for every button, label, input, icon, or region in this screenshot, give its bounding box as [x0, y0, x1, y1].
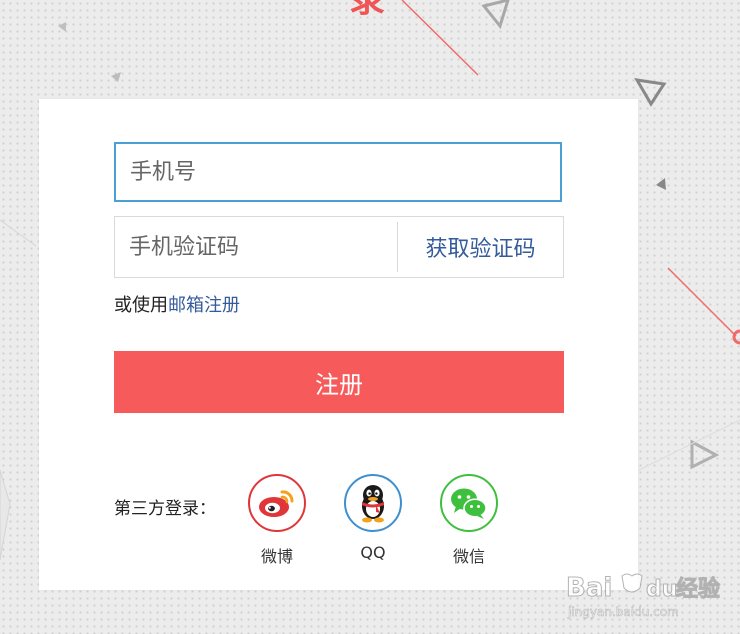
qq-label: QQ: [360, 543, 386, 562]
alt-register-line: 或使用邮箱注册: [114, 291, 240, 317]
svg-text:经验: 经验: [676, 576, 720, 602]
weibo-icon-circle: [248, 474, 306, 532]
weibo-login-button[interactable]: 微博: [242, 474, 312, 567]
header-partial-title: 录: [349, 0, 385, 18]
svg-text:Bai: Bai: [566, 573, 612, 603]
qq-login-button[interactable]: QQ: [338, 474, 408, 562]
email-register-link[interactable]: 邮箱注册: [168, 295, 240, 316]
watermark-domain: jingyan.baidu.com: [567, 605, 679, 619]
wechat-label: 微信: [452, 547, 485, 566]
wechat-icon: [451, 488, 487, 519]
sms-code-row: 获取验证码: [114, 216, 564, 278]
qq-icon-circle: [344, 474, 402, 532]
weibo-label: 微博: [260, 547, 293, 566]
phone-input[interactable]: [116, 144, 560, 200]
get-code-button[interactable]: 获取验证码: [398, 217, 563, 277]
sms-code-input[interactable]: [115, 217, 397, 277]
third-party-label: 第三方登录：: [114, 499, 216, 519]
register-card: 获取验证码 或使用邮箱注册 注册 第三方登录： 微博: [39, 99, 638, 590]
svg-text:du: du: [646, 577, 677, 602]
qq-icon: [362, 485, 384, 523]
baidu-jingyan-watermark: Bai du 经验 jingyan.baidu.com: [566, 573, 721, 620]
phone-field-wrapper: [114, 142, 562, 202]
register-button[interactable]: 注册: [114, 351, 564, 413]
wechat-login-button[interactable]: 微信: [434, 474, 504, 567]
wechat-icon-circle: [440, 474, 498, 532]
alt-register-prefix: 或使用: [114, 295, 168, 316]
weibo-icon: [259, 490, 294, 517]
